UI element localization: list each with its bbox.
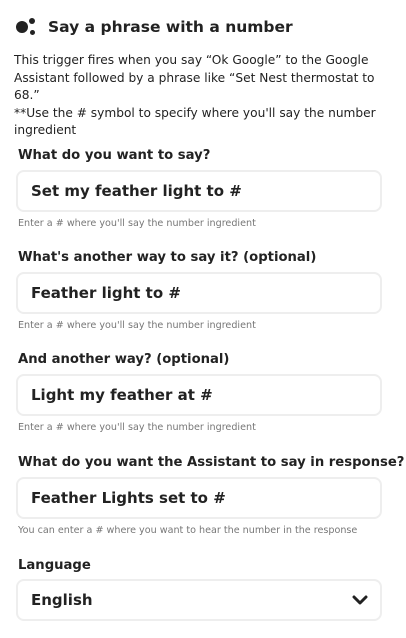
phrase-alt-input[interactable]: Feather light to # xyxy=(16,272,382,314)
description-text: This trigger fires when you say “Ok Goog… xyxy=(14,53,375,102)
response-input-value: Feather Lights set to # xyxy=(31,489,226,507)
field-label-phrase: What do you want to say? xyxy=(18,148,211,163)
field-help-phrase-alt2: Enter a # where you'll say the number in… xyxy=(18,422,256,433)
field-help-phrase: Enter a # where you'll say the number in… xyxy=(18,218,256,229)
phrase-alt-input-value: Feather light to # xyxy=(31,284,181,302)
language-select[interactable]: English xyxy=(16,579,382,621)
page-title: Say a phrase with a number xyxy=(48,18,293,36)
description-note: **Use the # symbol to specify where you'… xyxy=(14,105,376,138)
field-help-phrase-alt: Enter a # where you'll say the number in… xyxy=(18,320,256,331)
google-assistant-icon xyxy=(14,16,38,38)
field-help-response: You can enter a # where you want to hear… xyxy=(18,525,358,536)
chevron-down-icon xyxy=(352,594,368,606)
phrase-input-value: Set my feather light to # xyxy=(31,182,242,200)
language-label: Language xyxy=(18,558,91,573)
phrase-alt2-input[interactable]: Light my feather at # xyxy=(16,374,382,416)
field-label-phrase-alt2: And another way? (optional) xyxy=(18,352,230,367)
trigger-header: Say a phrase with a number xyxy=(14,14,293,40)
trigger-description: This trigger fires when you say “Ok Goog… xyxy=(14,52,392,140)
phrase-input[interactable]: Set my feather light to # xyxy=(16,170,382,212)
field-label-phrase-alt: What's another way to say it? (optional) xyxy=(18,250,317,265)
language-selected-value: English xyxy=(31,591,93,609)
response-input[interactable]: Feather Lights set to # xyxy=(16,477,382,519)
phrase-alt2-input-value: Light my feather at # xyxy=(31,386,213,404)
field-label-response: What do you want the Assistant to say in… xyxy=(18,455,405,470)
